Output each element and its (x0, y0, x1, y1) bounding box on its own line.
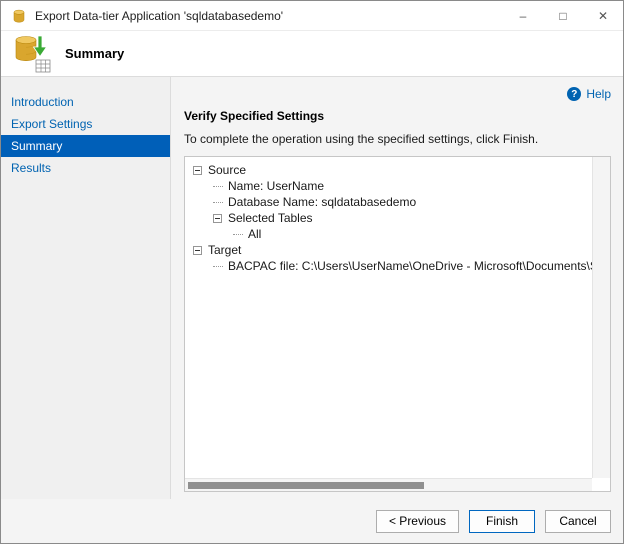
tree-node-selected-tables[interactable]: Selected Tables (185, 210, 592, 226)
instruction-text: To complete the operation using the spec… (184, 132, 611, 146)
help-row: ? Help (184, 85, 611, 103)
tree-connector (213, 186, 223, 187)
tree-node-server-name[interactable]: Name: UserName (185, 178, 592, 194)
app-database-icon (11, 8, 27, 24)
tree-node-label: All (248, 227, 261, 241)
horizontal-scrollbar-thumb[interactable] (188, 482, 424, 489)
sidebar-item-introduction[interactable]: Introduction (1, 91, 170, 113)
title-bar: Export Data-tier Application 'sqldatabas… (1, 1, 623, 31)
sidebar-item-export-settings[interactable]: Export Settings (1, 113, 170, 135)
settings-tree: Source Name: UserName Database Name: sql… (185, 162, 592, 478)
tree-connector (213, 266, 223, 267)
collapse-icon[interactable] (193, 246, 202, 255)
finish-button[interactable]: Finish (469, 510, 535, 533)
wizard-footer: < Previous Finish Cancel (1, 499, 623, 543)
maximize-button[interactable]: □ (543, 1, 583, 30)
page-title: Summary (65, 46, 124, 61)
tree-connector (233, 234, 243, 235)
help-link[interactable]: Help (586, 87, 611, 101)
previous-button[interactable]: < Previous (376, 510, 459, 533)
horizontal-scrollbar[interactable] (185, 478, 592, 491)
tree-node-database-name[interactable]: Database Name: sqldatabasedemo (185, 194, 592, 210)
window-controls: – □ ✕ (503, 1, 623, 30)
tree-node-target[interactable]: Target (185, 242, 592, 258)
export-database-icon (13, 33, 53, 75)
tree-node-label: Database Name: sqldatabasedemo (228, 195, 416, 209)
window-title: Export Data-tier Application 'sqldatabas… (35, 9, 503, 23)
wizard-body: Introduction Export Settings Summary Res… (1, 77, 623, 499)
tree-node-label: Name: UserName (228, 179, 324, 193)
close-button[interactable]: ✕ (583, 1, 623, 30)
help-icon[interactable]: ? (567, 87, 581, 101)
tree-connector (213, 202, 223, 203)
collapse-icon[interactable] (213, 214, 222, 223)
tree-node-all-tables[interactable]: All (185, 226, 592, 242)
sidebar-item-results[interactable]: Results (1, 157, 170, 179)
settings-tree-box: Source Name: UserName Database Name: sql… (184, 156, 611, 492)
tree-node-label: Source (208, 163, 246, 177)
minimize-button[interactable]: – (503, 1, 543, 30)
cancel-button[interactable]: Cancel (545, 510, 611, 533)
export-wizard-window: Export Data-tier Application 'sqldatabas… (0, 0, 624, 544)
section-title: Verify Specified Settings (184, 109, 611, 123)
tree-node-source[interactable]: Source (185, 162, 592, 178)
wizard-header: Summary (1, 31, 623, 77)
tree-node-bacpac-file[interactable]: BACPAC file: C:\Users\UserName\OneDrive … (185, 258, 592, 274)
collapse-icon[interactable] (193, 166, 202, 175)
sidebar-item-summary[interactable]: Summary (1, 135, 170, 157)
vertical-scrollbar[interactable] (592, 157, 610, 478)
tree-node-label: Selected Tables (228, 211, 313, 225)
tree-node-label: Target (208, 243, 241, 257)
summary-pane: ? Help Verify Specified Settings To comp… (171, 77, 623, 499)
tree-node-label: BACPAC file: C:\Users\UserName\OneDrive … (228, 259, 592, 273)
wizard-steps-sidebar: Introduction Export Settings Summary Res… (1, 77, 171, 499)
